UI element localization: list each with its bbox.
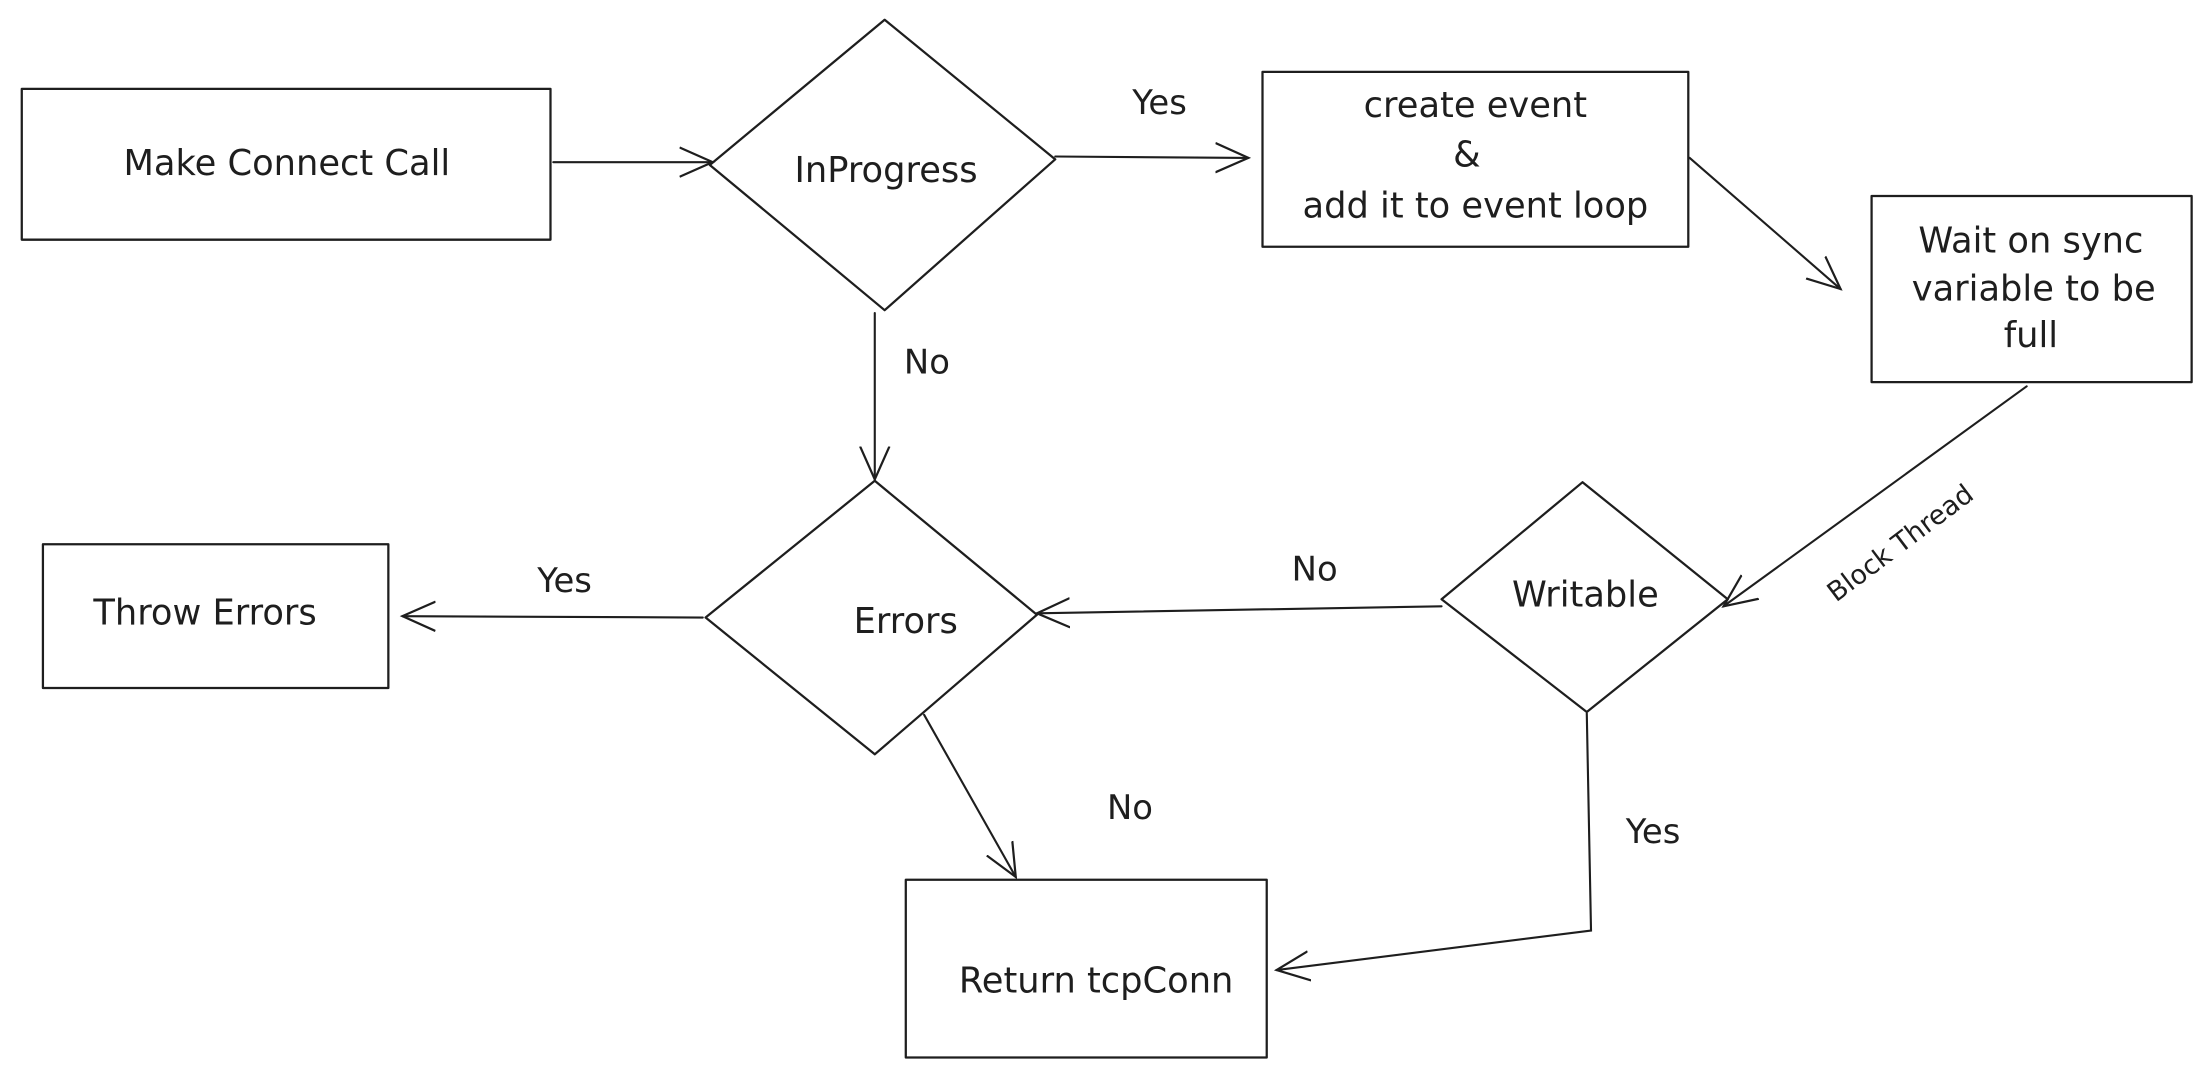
node-make-connect-call[interactable]: Make Connect Call	[20, 87, 552, 241]
node-create-event[interactable]: create event & add it to event loop	[1261, 70, 1690, 248]
edge-errors-no	[923, 713, 1016, 877]
node-label: Throw Errors	[92, 593, 316, 634]
node-inprogress-decision[interactable]: InProgress	[708, 18, 1057, 312]
edge-errors-yes	[402, 616, 704, 617]
node-errors-decision[interactable]: Errors	[704, 479, 1039, 756]
edge-label-writable-yes: Yes	[1625, 812, 1681, 851]
flowchart: Make Connect Call InProgress create even…	[20, 18, 2193, 1059]
node-label: Errors	[854, 601, 958, 642]
node-label-line: variable to be	[1912, 268, 2156, 309]
edge-label-inprogress-yes: Yes	[1131, 83, 1187, 122]
edge-create-to-wait	[1688, 156, 1841, 289]
edge-label-block-thread: Block Thread	[1822, 479, 1980, 609]
edge-label-errors-yes: Yes	[536, 561, 592, 600]
edge-label-inprogress-no: No	[904, 342, 950, 381]
node-label-line: Wait on sync	[1918, 221, 2143, 262]
edge-label-writable-no: No	[1292, 550, 1338, 589]
edge-label-errors-no: No	[1107, 788, 1153, 827]
edge-writable-yes	[1277, 712, 1593, 970]
node-label: Make Connect Call	[123, 143, 450, 184]
node-wait-sync[interactable]: Wait on sync variable to be full	[1870, 194, 2193, 384]
node-label: Return tcpConn	[959, 961, 1233, 1002]
node-label-line: full	[2004, 315, 2058, 356]
node-label: Writable	[1512, 574, 1659, 615]
node-throw-errors[interactable]: Throw Errors	[41, 543, 390, 690]
node-writable-decision[interactable]: Writable	[1440, 481, 1729, 714]
node-label-line: create event	[1364, 85, 1587, 126]
node-return-tcpconn[interactable]: Return tcpConn	[904, 878, 1268, 1059]
node-label-line: &	[1453, 135, 1480, 176]
node-label: InProgress	[795, 150, 978, 191]
edge-writable-no	[1037, 606, 1443, 613]
node-label-line: add it to event loop	[1303, 185, 1649, 226]
edge-inprogress-yes	[1054, 157, 1248, 158]
